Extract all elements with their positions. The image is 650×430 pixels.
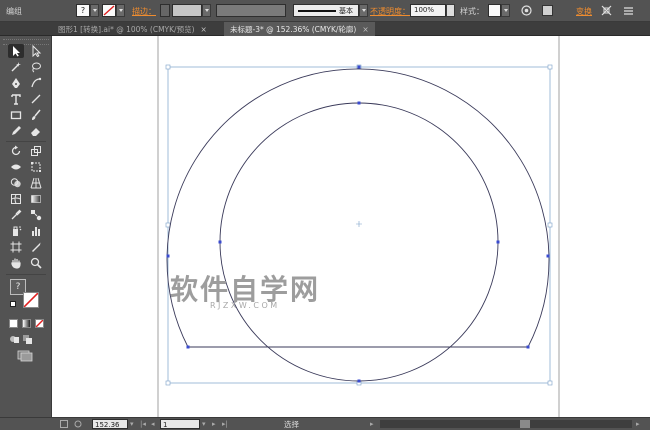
selection-tool-icon[interactable] (8, 44, 24, 58)
rectangle-tool-icon[interactable] (8, 108, 24, 122)
watermark-url: RJZXW.COM (210, 301, 280, 310)
center-point (356, 221, 362, 227)
tab-document-untitled-3[interactable]: 未标题-3* @ 152.36% (CMYK/轮廓) × (224, 22, 375, 36)
stroke-weight-field[interactable] (172, 4, 202, 17)
stroke-weight-dropdown[interactable] (202, 4, 211, 17)
document-info-icon[interactable] (60, 420, 68, 428)
close-icon[interactable]: × (201, 25, 207, 34)
default-colors-icon[interactable] (10, 301, 16, 307)
opacity-input[interactable]: 100% (410, 4, 446, 17)
variable-width-profile[interactable] (216, 4, 286, 17)
screen-mode-icon[interactable] (17, 350, 33, 362)
opacity-dropdown[interactable] (446, 4, 455, 17)
isolate-group-icon[interactable] (601, 5, 612, 16)
free-transform-tool-icon[interactable] (28, 160, 44, 174)
magic-wand-tool-icon[interactable] (8, 60, 24, 74)
opacity-label[interactable]: 不透明度： (370, 6, 410, 17)
brush-definition-dropdown[interactable] (359, 4, 368, 17)
slice-tool-icon[interactable] (28, 240, 44, 254)
scrollbar-thumb[interactable] (520, 420, 530, 428)
status-bar: 152.36 ▾ |◂ ◂ 1 ▾ ▸ ▸| 选择 ▸ ▸ (0, 417, 650, 430)
blend-tool-icon[interactable] (28, 208, 44, 222)
scale-tool-icon[interactable] (28, 144, 44, 158)
graphic-style-dropdown[interactable] (501, 4, 510, 17)
mesh-tool-icon[interactable] (8, 192, 24, 206)
control-bar: 编组 ? 描边： 基本 不透明度： 100% 样式： 变换 (0, 0, 650, 22)
type-tool-icon[interactable] (8, 92, 24, 106)
eraser-tool-icon[interactable] (28, 124, 44, 138)
curvature-tool-icon[interactable] (28, 76, 44, 90)
first-artboard-icon[interactable]: |◂ (140, 420, 146, 428)
draw-behind-icon[interactable] (22, 334, 32, 344)
eyedropper-tool-icon[interactable] (8, 208, 24, 222)
horizontal-scrollbar[interactable] (380, 420, 632, 428)
close-icon[interactable]: × (362, 25, 368, 34)
stroke-weight-stepper[interactable] (160, 4, 170, 17)
graphic-style-swatch[interactable] (488, 4, 501, 17)
scroll-right-icon[interactable]: ▸ (636, 420, 640, 428)
stroke-swatch[interactable] (23, 292, 39, 308)
perspective-grid-tool-icon[interactable] (28, 176, 44, 190)
gradient-mode-icon[interactable] (22, 319, 31, 328)
fill-color-swatch[interactable]: ? (76, 4, 90, 17)
current-tool-status: 选择 (284, 420, 299, 429)
hand-tool-icon[interactable] (8, 256, 24, 270)
zoom-level-input[interactable]: 152.36 (92, 419, 128, 429)
next-artboard-icon[interactable]: ▸ (212, 420, 216, 428)
brush-definition-select[interactable]: 基本 (293, 4, 359, 17)
artboard-tool-icon[interactable] (8, 240, 24, 254)
recolor-artwork-icon[interactable] (521, 5, 532, 16)
stroke-dropdown[interactable] (116, 4, 125, 17)
artboard-number-input[interactable]: 1 (160, 419, 200, 429)
align-panel-icon[interactable] (542, 5, 553, 16)
draw-normal-icon[interactable] (9, 334, 19, 344)
lasso-tool-icon[interactable] (28, 60, 44, 74)
zoom-tool-icon[interactable] (28, 256, 44, 270)
shape-builder-tool-icon[interactable] (8, 176, 24, 190)
no-stroke-icon (103, 5, 115, 16)
symbol-sprayer-tool-icon[interactable] (8, 224, 24, 238)
width-tool-icon[interactable] (8, 160, 24, 174)
watermark: 软件自学网 RJZXW.COM (170, 273, 318, 310)
fill-stroke-widget[interactable]: ? (10, 279, 40, 309)
tools-panel: ? (0, 36, 52, 417)
pen-tool-icon[interactable] (8, 76, 24, 90)
column-graph-tool-icon[interactable] (28, 224, 44, 238)
zoom-dropdown-icon[interactable]: ▾ (130, 420, 134, 428)
transform-label[interactable]: 变换 (576, 6, 592, 17)
none-mode-icon[interactable] (35, 319, 44, 328)
panel-menu-icon[interactable] (623, 5, 634, 16)
fill-dropdown[interactable] (90, 4, 99, 17)
edit-menu-label[interactable]: 编组 (6, 6, 22, 17)
gradient-tool-icon[interactable] (28, 192, 44, 206)
stroke-label[interactable]: 描边： (132, 6, 156, 17)
artboard-dropdown-icon[interactable]: ▾ (202, 420, 206, 428)
tab-document-1[interactable]: 图形1 [转换].ai* @ 100% (CMYK/预览) × (52, 22, 213, 36)
line-segment-tool-icon[interactable] (28, 92, 44, 106)
status-menu-icon[interactable]: ▸ (370, 420, 374, 428)
artwork-canvas[interactable]: 软件自学网 RJZXW.COM (52, 36, 650, 417)
rotate-tool-icon[interactable] (8, 144, 24, 158)
previous-artboard-icon[interactable]: ◂ (151, 420, 155, 428)
arrange-icon[interactable] (74, 420, 82, 428)
last-artboard-icon[interactable]: ▸| (222, 420, 228, 428)
document-tab-bar: 图形1 [转换].ai* @ 100% (CMYK/预览) × 未标题-3* @ … (0, 22, 650, 36)
paintbrush-tool-icon[interactable] (28, 108, 44, 122)
color-mode-icon[interactable] (9, 319, 18, 328)
inner-circle-path[interactable] (219, 102, 499, 382)
style-label: 样式： (460, 7, 484, 16)
canvas-area[interactable]: 软件自学网 RJZXW.COM (52, 36, 650, 417)
direct-selection-tool-icon[interactable] (28, 44, 44, 58)
pencil-tool-icon[interactable] (8, 124, 24, 138)
stroke-color-swatch[interactable] (102, 4, 116, 17)
